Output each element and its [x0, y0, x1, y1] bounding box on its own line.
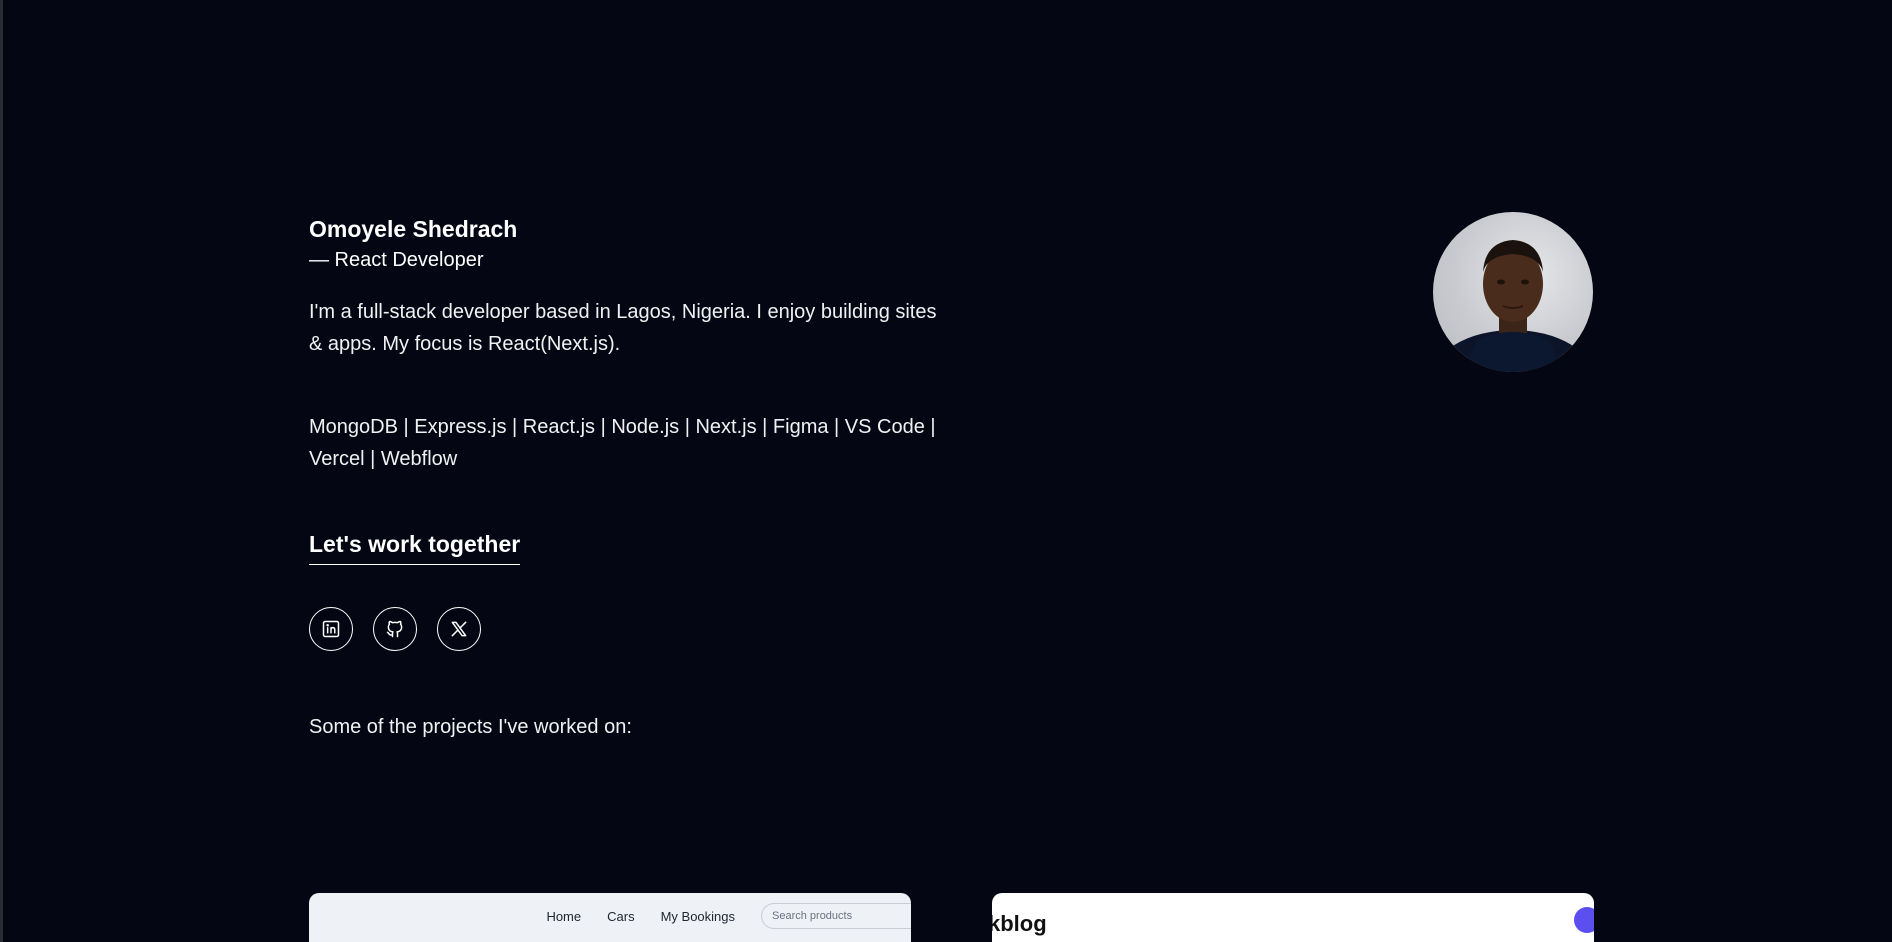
project-card-blog[interactable]: kblog [992, 893, 1594, 942]
project-card-nav: Home Cars My Bookings Search products [546, 903, 911, 929]
portrait-photo-icon [1433, 240, 1593, 372]
projects-heading: Some of the projects I've worked on: [309, 716, 632, 738]
work-together-link[interactable]: Let's work together [309, 528, 521, 565]
hero-header: Omoyele Shedrach — React Developer [309, 213, 949, 275]
social-links [309, 607, 481, 651]
blog-action-button[interactable] [1574, 907, 1594, 933]
page: Omoyele Shedrach — React Developer I'm a… [0, 0, 1892, 942]
product-search-input[interactable]: Search products [761, 903, 911, 929]
avatar [1433, 212, 1593, 372]
github-icon [386, 620, 403, 638]
linkedin-icon [322, 620, 340, 638]
blog-logo: kblog [992, 911, 1047, 936]
x-icon [451, 621, 467, 637]
profile-role: — React Developer [309, 249, 484, 271]
x-button[interactable] [437, 607, 481, 651]
github-button[interactable] [373, 607, 417, 651]
profile-bio: I'm a full-stack developer based in Lago… [309, 301, 937, 355]
nav-cars-link[interactable]: Cars [607, 909, 634, 924]
nav-bookings-link[interactable]: My Bookings [661, 909, 735, 924]
profile-name: Omoyele Shedrach [309, 216, 518, 242]
project-card-car-rental[interactable]: Home Cars My Bookings Search products [309, 893, 911, 942]
nav-home-link[interactable]: Home [546, 909, 581, 924]
linkedin-button[interactable] [309, 607, 353, 651]
tech-stack: MongoDB | Express.js | React.js | Node.j… [309, 416, 936, 470]
